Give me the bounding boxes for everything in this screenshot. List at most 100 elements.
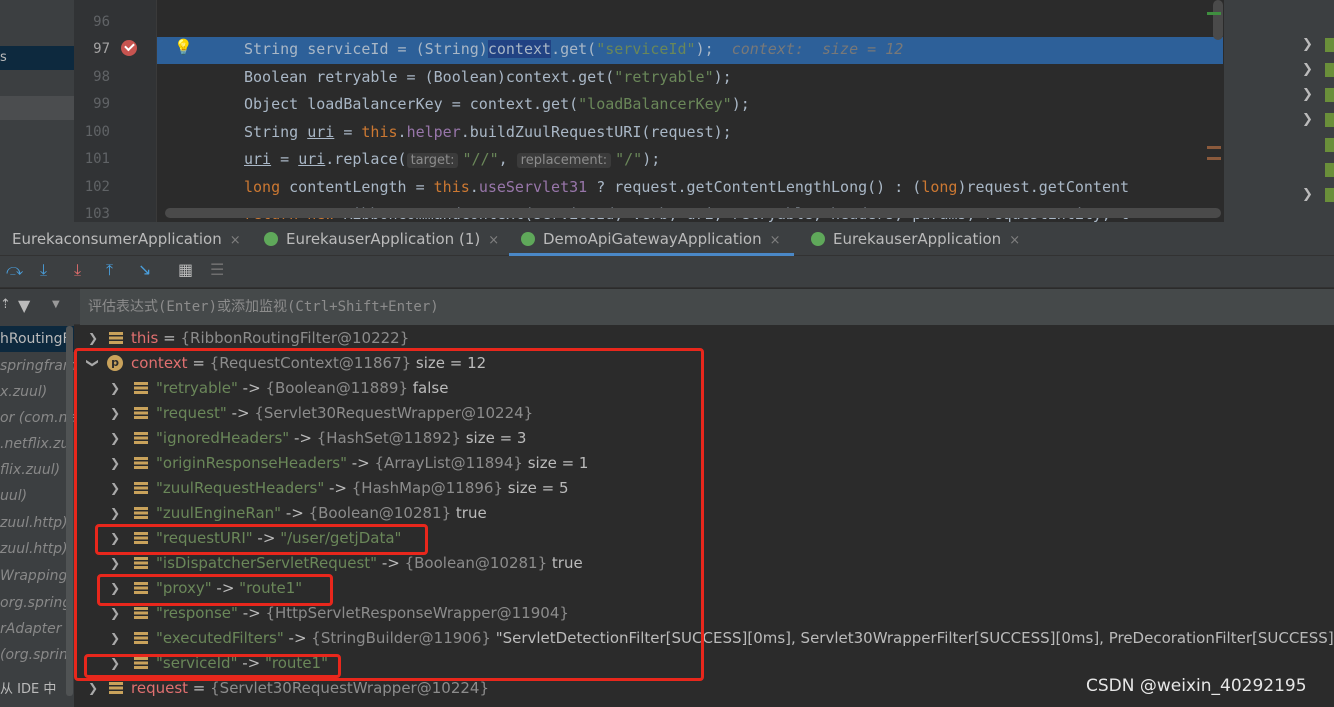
code-token: ); xyxy=(713,68,732,86)
change-stripe-mark[interactable] xyxy=(1207,12,1221,15)
code-token-uri: uri xyxy=(298,150,326,168)
project-tree-strip[interactable]: s xyxy=(0,0,74,222)
list-item[interactable]: hRoutingFi xyxy=(0,326,74,352)
breakpoint-icon[interactable] xyxy=(121,40,137,56)
code-line-101[interactable]: uri = uri.replace(target: "//", replaceme… xyxy=(244,150,660,168)
tab-eurekauser-1[interactable]: EurekauserApplication (1) × xyxy=(264,222,499,256)
chevron-right-icon[interactable]: ❯ xyxy=(1302,187,1313,202)
run-to-cursor-icon[interactable]: ↘ xyxy=(138,260,151,279)
parameter-hint: target: xyxy=(406,153,459,168)
close-icon[interactable]: × xyxy=(1009,233,1020,248)
close-icon[interactable]: × xyxy=(230,233,241,248)
chevron-down-icon[interactable]: ▼ xyxy=(52,299,60,310)
line-number: 98 xyxy=(93,69,110,85)
close-icon[interactable]: × xyxy=(488,233,499,248)
code-token: String serviceId = (String) xyxy=(244,40,488,58)
code-token: ); xyxy=(695,40,714,58)
chevron-right-icon[interactable]: ❯ xyxy=(1302,62,1313,77)
chevron-right-icon[interactable]: ❯ xyxy=(88,681,98,695)
evaluate-expression-icon[interactable]: ▦ xyxy=(178,260,193,279)
code-token: . xyxy=(397,123,407,141)
code-line-100[interactable]: String uri = this.helper.buildZuulReques… xyxy=(244,123,732,141)
list-item[interactable]: .netflix.zu xyxy=(0,431,74,457)
list-item[interactable]: or (com.ne xyxy=(0,405,74,431)
chevron-right-icon[interactable]: ❯ xyxy=(1302,87,1313,102)
list-item[interactable]: zuul.http) xyxy=(0,510,74,536)
spring-boot-icon xyxy=(264,231,278,246)
code-keyword: this xyxy=(433,178,470,196)
list-item[interactable]: rAdapter xyxy=(0,616,74,642)
code-token-uri: uri xyxy=(244,150,272,168)
code-token: .get( xyxy=(569,68,615,86)
watermark: CSDN @weixin_40292195 xyxy=(1086,676,1307,696)
code-line-97[interactable]: String serviceId = (String)context.get("… xyxy=(244,40,903,58)
list-item[interactable]: zuul.http) xyxy=(0,536,74,562)
code-field: useServlet31 xyxy=(478,178,588,196)
line-number: 102 xyxy=(84,179,110,195)
structure-marker xyxy=(1325,138,1334,152)
step-over-icon[interactable]: ⤼ xyxy=(6,260,23,280)
code-token: . xyxy=(469,178,479,196)
project-tree-highlight-row[interactable] xyxy=(0,96,74,120)
spring-boot-icon xyxy=(521,231,535,246)
code-line-99[interactable]: Object loadBalancerKey = context.get("lo… xyxy=(244,95,750,113)
frames-header-fragment: ⇡ xyxy=(0,297,11,312)
tab-eurekaconsumer[interactable]: EurekaconsumerApplication × xyxy=(12,222,241,256)
tab-label: EurekaconsumerApplication xyxy=(12,230,222,248)
list-item[interactable]: org.spring xyxy=(0,590,74,616)
chevron-right-icon[interactable]: ❯ xyxy=(88,331,98,345)
trace-stream-icon[interactable]: ☰ xyxy=(210,260,224,279)
list-item[interactable]: Wrapping xyxy=(0,563,74,589)
line-number: 99 xyxy=(93,96,110,112)
right-structure-panel[interactable] xyxy=(1224,0,1334,222)
variable-name: request xyxy=(131,679,189,697)
error-stripe-mark[interactable] xyxy=(1207,157,1221,160)
filter-icon[interactable]: ▼ xyxy=(18,296,30,315)
list-item[interactable]: uul) xyxy=(0,483,74,509)
error-stripe-mark[interactable] xyxy=(1207,146,1221,149)
structure-marker xyxy=(1325,163,1334,177)
close-icon[interactable]: × xyxy=(770,233,781,248)
code-token-uri: uri xyxy=(307,123,335,141)
editor-horizontal-scrollbar[interactable] xyxy=(165,208,1221,218)
code-token: ); xyxy=(642,150,661,168)
highlight-box-proxy xyxy=(97,574,333,606)
tab-label: DemoApiGatewayApplication xyxy=(543,230,762,248)
parameter-hint: replacement: xyxy=(516,153,612,168)
tab-eurekauser[interactable]: EurekauserApplication × xyxy=(811,222,1020,256)
project-tree-selected-row[interactable] xyxy=(0,46,74,70)
list-item[interactable]: springfram xyxy=(0,353,74,379)
list-item[interactable]: (org.sprin xyxy=(0,642,74,668)
list-item[interactable]: x.zuul) xyxy=(0,379,74,405)
variable-ref: {Servlet30RequestWrapper@10224} xyxy=(210,679,489,697)
editor-vertical-scrollbar[interactable] xyxy=(1213,0,1223,40)
line-number: 96 xyxy=(93,14,110,30)
code-line-98[interactable]: Boolean retryable = (Boolean)context.get… xyxy=(244,68,732,86)
step-out-icon[interactable]: ⤒ xyxy=(106,260,113,280)
line-number: 103 xyxy=(84,206,110,222)
frames-scrollbar[interactable] xyxy=(66,326,73,696)
code-string: "loadBalancerKey" xyxy=(578,95,732,113)
code-string: "retryable" xyxy=(614,68,714,86)
variable-ref: {RibbonRoutingFilter@10222} xyxy=(180,329,410,347)
chevron-right-icon[interactable]: ❯ xyxy=(1302,112,1313,127)
line-number: 101 xyxy=(84,151,110,167)
tab-demoapigateway[interactable]: DemoApiGatewayApplication × xyxy=(521,222,781,256)
chevron-right-icon[interactable]: ❯ xyxy=(1302,37,1313,52)
code-token-context: context xyxy=(469,95,533,113)
code-token: .get( xyxy=(533,95,579,113)
list-item[interactable]: 从 IDE 中 xyxy=(0,677,74,703)
evaluate-expression-input[interactable] xyxy=(80,289,1334,325)
fold-divider xyxy=(156,0,157,222)
step-into-icon[interactable]: ⤓ xyxy=(40,260,47,280)
structure-marker xyxy=(1325,113,1334,127)
lightbulb-icon[interactable]: 💡 xyxy=(174,38,193,56)
project-tree-fragment: s xyxy=(0,50,7,65)
list-item[interactable]: flix.zuul) xyxy=(0,457,74,483)
frames-list[interactable]: hRoutingFi springfram x.zuul) or (com.ne… xyxy=(0,325,74,707)
code-line-102[interactable]: long contentLength = this.useServlet31 ?… xyxy=(244,178,1129,196)
code-editor[interactable]: s 96 97 98 99 100 101 102 103 💡 String s… xyxy=(0,0,1334,222)
code-token: ); xyxy=(731,95,750,113)
variable-name: this xyxy=(131,329,159,347)
force-step-into-icon[interactable]: ⤓ xyxy=(74,260,81,280)
